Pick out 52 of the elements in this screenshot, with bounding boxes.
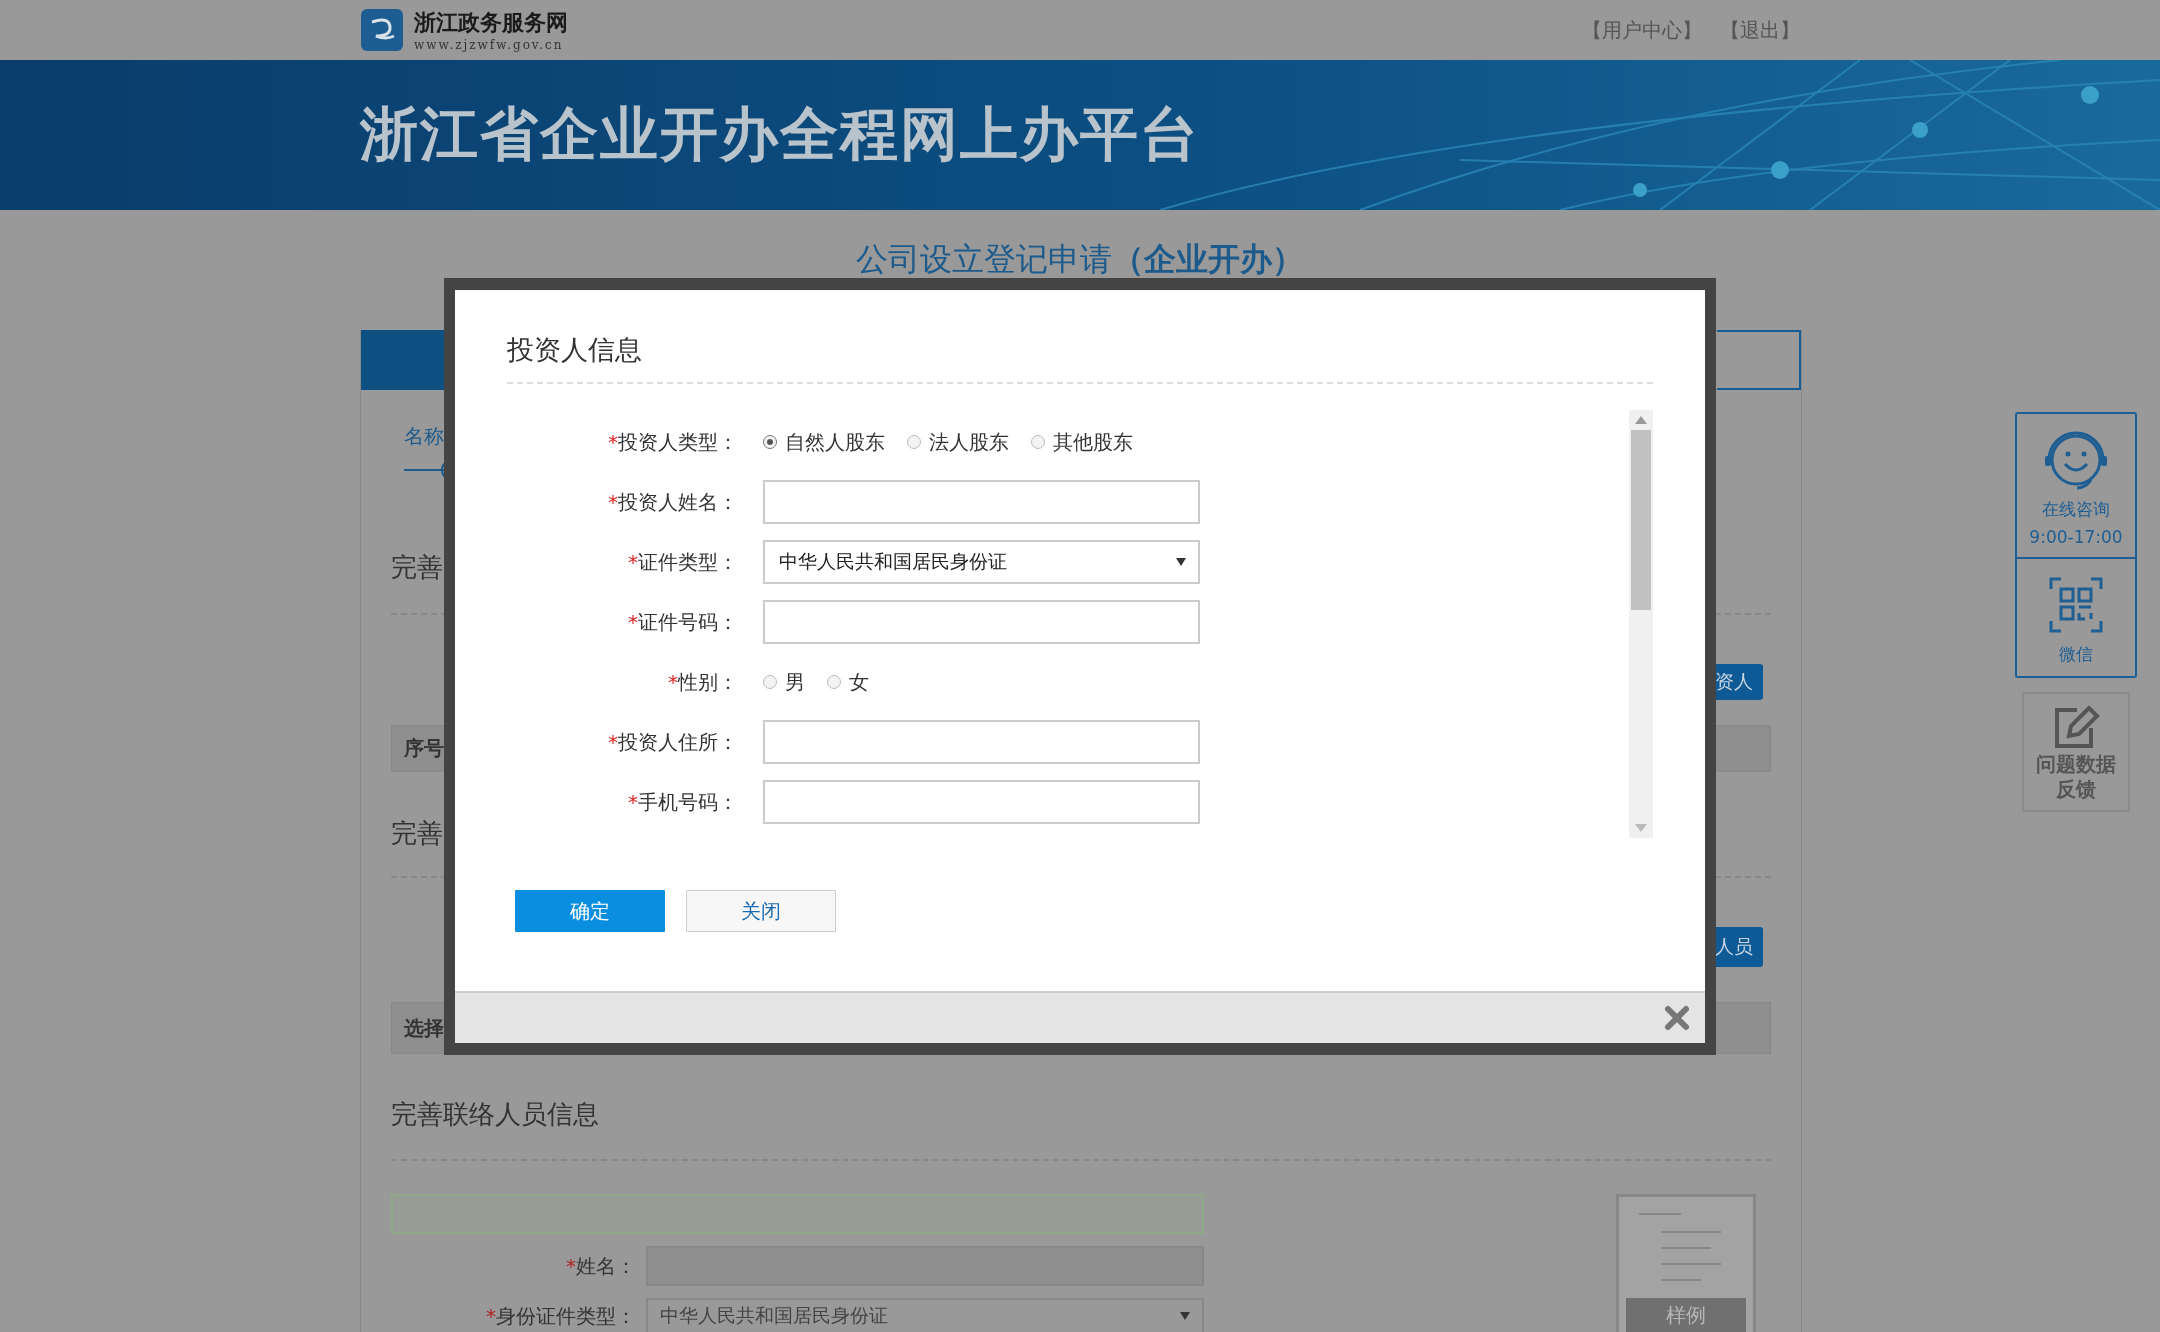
field-label: *手机号码： (627, 788, 739, 816)
field-label: *证件类型： (627, 548, 739, 576)
field-label: *性别： (667, 668, 739, 696)
page-title: 公司设立登记申请（企业开办） (856, 239, 1304, 280)
radio-label: 自然人股东 (785, 428, 885, 456)
dropdown-field[interactable]: 中华人民共和国居民身份证 (763, 540, 1200, 584)
scrollbar[interactable] (1629, 410, 1653, 838)
close-icon[interactable] (1663, 1004, 1691, 1032)
radio-label: 女 (849, 668, 869, 696)
field-label: *身份证件类型： (485, 1302, 637, 1330)
radio-button[interactable] (763, 435, 777, 449)
close-button[interactable]: 关闭 (686, 890, 836, 932)
column-header: 序号 (404, 735, 444, 762)
radio-button[interactable] (827, 675, 841, 689)
input-field[interactable] (763, 600, 1200, 644)
scroll-down-icon[interactable] (1635, 824, 1647, 832)
consult-label: 在线咨询 (2042, 498, 2110, 521)
radio-button[interactable] (907, 435, 921, 449)
sample-label: 样例 (1626, 1298, 1746, 1332)
section-heading: 完善 (391, 551, 443, 584)
feedback-button[interactable]: 问题数据反馈 (2022, 692, 2130, 812)
input-field[interactable] (763, 480, 1200, 524)
radio-button[interactable] (763, 675, 777, 689)
radio-label: 法人股东 (929, 428, 1009, 456)
step-label: 名称 (404, 423, 444, 450)
dialog-title: 投资人信息 (507, 332, 1653, 384)
section-heading: 完善联络人员信息 (391, 1098, 599, 1131)
step-tab[interactable] (361, 330, 444, 390)
dropdown-field[interactable]: 中华人民共和国居民身份证 (646, 1298, 1204, 1332)
field-label: *投资人类型： (607, 428, 739, 456)
wechat-label: 微信 (2059, 643, 2093, 666)
logo-icon (360, 8, 404, 52)
field-label: *证件号码： (627, 608, 739, 636)
header-link[interactable]: 【退出】 (1720, 16, 1800, 44)
input-field[interactable] (763, 720, 1200, 764)
header-link[interactable]: 【用户中心】 (1582, 16, 1702, 44)
consult-hours: 9:00-17:00 (2029, 527, 2123, 547)
column-header: 选择 (404, 1014, 444, 1042)
radio-label: 其他股东 (1053, 428, 1133, 456)
input-field[interactable] (763, 780, 1200, 824)
banner-title: 浙江省企业开办全程网上办平台 (360, 99, 1200, 170)
radio-label: 男 (785, 668, 805, 696)
radio-button[interactable] (1031, 435, 1045, 449)
confirm-button[interactable]: 确定 (515, 890, 665, 932)
sample-thumbnail[interactable]: 样例 (1616, 1194, 1756, 1332)
field-label: *投资人住所： (607, 728, 739, 756)
field-label: *投资人姓名： (607, 488, 739, 516)
site-name: 浙江政务服务网 (414, 8, 568, 37)
scroll-up-icon[interactable] (1635, 416, 1647, 424)
section-heading: 完善 (391, 817, 443, 850)
field-label: *姓名： (565, 1252, 637, 1280)
site-url: www.zjzwfw.gov.cn (414, 38, 565, 52)
